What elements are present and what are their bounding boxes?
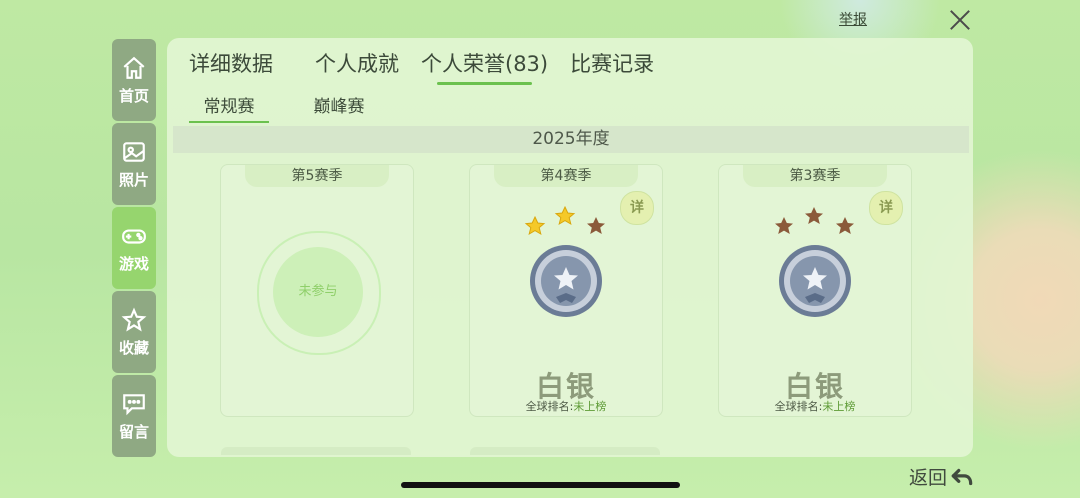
sidebar-item-favorites[interactable]: 收藏 [112, 291, 156, 373]
star-bronze-icon [587, 217, 605, 234]
star-gold-icon [554, 205, 576, 226]
tab-detailed-data[interactable]: 详细数据 [189, 48, 273, 78]
season-label: 第4赛季 [494, 165, 638, 187]
sidebar-item-games[interactable]: 游戏 [112, 207, 156, 289]
home-icon [123, 56, 145, 79]
photo-icon [123, 141, 145, 162]
detail-button[interactable]: 详 [620, 191, 654, 225]
honor-panel: 详细数据 个人成就 个人荣誉(83) 比赛记录 常规赛 巅峰赛 2025年度 第… [167, 38, 973, 457]
silver-badge-icon [779, 245, 851, 317]
back-label: 返回 [909, 467, 948, 489]
global-rank: 全球排名:未上榜 [774, 400, 856, 413]
sidebar-item-home[interactable]: 首页 [112, 39, 156, 121]
star-gold-icon [524, 215, 546, 236]
star-bronze-icon [775, 217, 793, 234]
silver-badge-icon [530, 245, 602, 317]
subtab-regular[interactable]: 常规赛 [189, 92, 269, 123]
sidebar-item-label: 照片 [118, 170, 149, 189]
star-bronze-icon [836, 217, 854, 234]
season-card[interactable]: 第4赛季 详 白银 全球排名:未上榜 [469, 164, 663, 417]
back-arrow-icon [951, 468, 973, 485]
subtab-peak[interactable]: 巅峰赛 [299, 92, 379, 123]
sidebar-item-label: 首页 [118, 86, 149, 105]
sidebar-item-label: 收藏 [118, 338, 149, 357]
tab-bar: 详细数据 个人成就 个人荣誉(83) 比赛记录 [189, 48, 676, 85]
sidebar-item-label: 留言 [118, 422, 149, 441]
season-card[interactable]: 第3赛季 详 白银 全球排名:未上榜 [718, 164, 912, 417]
tab-achievements[interactable]: 个人成就 [315, 48, 399, 78]
tab-match-records[interactable]: 比赛记录 [570, 48, 654, 78]
rank-stars [524, 205, 605, 236]
home-indicator[interactable] [401, 482, 680, 488]
season-label: 第3赛季 [743, 165, 887, 187]
year-header: 2025年度 [173, 126, 969, 153]
detail-button[interactable]: 详 [869, 191, 903, 225]
sidebar-item-messages[interactable]: 留言 [112, 375, 156, 457]
global-rank: 全球排名:未上榜 [525, 400, 607, 413]
rank-stars [775, 207, 854, 234]
next-row-card-edge [470, 447, 660, 455]
sidebar-item-label: 游戏 [118, 254, 149, 273]
sidebar-nav: 首页 照片 游戏 收藏 留言 [112, 39, 156, 459]
not-participated-label: 未参与 [273, 247, 363, 337]
close-icon[interactable] [946, 6, 974, 34]
sidebar-item-photos[interactable]: 照片 [112, 123, 156, 205]
tab-honors[interactable]: 个人荣誉(83) [421, 48, 548, 85]
gamepad-icon [122, 229, 146, 244]
star-icon [121, 307, 147, 332]
season-card[interactable]: 第5赛季 未参与 [220, 164, 414, 417]
report-link[interactable]: 举报 [839, 9, 867, 29]
next-row-card-edge [221, 447, 411, 455]
subtab-bar: 常规赛 巅峰赛 [189, 92, 409, 123]
back-button[interactable]: 返回 [909, 463, 975, 490]
star-bronze-icon [805, 207, 823, 224]
season-label: 第5赛季 [245, 165, 389, 187]
message-icon [123, 393, 145, 415]
